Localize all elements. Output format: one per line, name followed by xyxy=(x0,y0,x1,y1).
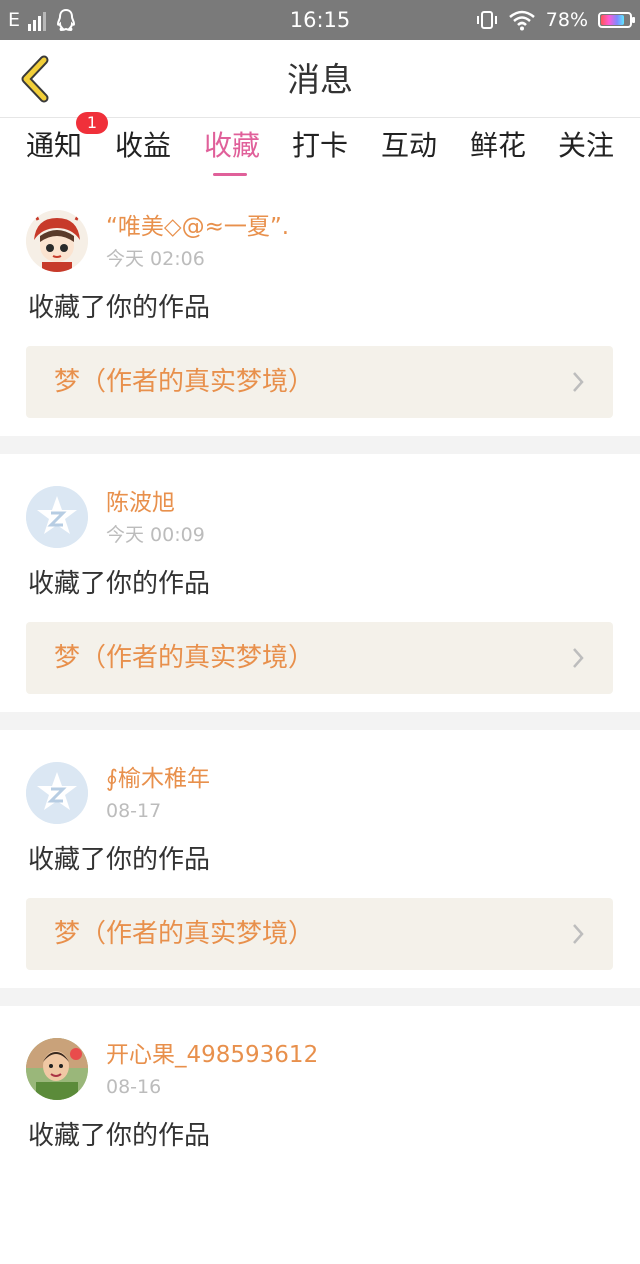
avatar[interactable] xyxy=(26,486,88,548)
battery-icon xyxy=(598,12,635,28)
active-tab-indicator xyxy=(213,173,247,176)
timestamp: 08-17 xyxy=(106,800,162,822)
divider xyxy=(0,436,640,454)
divider xyxy=(0,988,640,1006)
action-text: 收藏了你的作品 xyxy=(28,1121,211,1151)
chevron-right-icon xyxy=(573,372,584,392)
chevron-right-icon xyxy=(573,924,584,944)
message-item: 开心果_498593612 08-16 收藏了你的作品 xyxy=(0,1006,640,1264)
message-list: “唯美◇@≈一夏”. 今天 02:06 收藏了你的作品 梦（作者的真实梦境） 陈… xyxy=(0,178,640,1264)
status-bar: E 16:15 78% xyxy=(0,0,640,40)
tab-favorites[interactable]: 收藏 xyxy=(204,128,260,164)
avatar[interactable] xyxy=(26,762,88,824)
action-text: 收藏了你的作品 xyxy=(28,569,211,599)
username[interactable]: 陈波旭 xyxy=(106,488,175,518)
username[interactable]: 开心果_498593612 xyxy=(106,1040,318,1070)
tab-interactions[interactable]: 互动 xyxy=(381,128,437,164)
timestamp: 08-16 xyxy=(106,1076,162,1098)
default-avatar-icon xyxy=(26,486,88,548)
timestamp: 今天 00:09 xyxy=(106,524,205,546)
status-right: 78% xyxy=(476,7,635,33)
notification-badge: 1 xyxy=(76,112,108,134)
tab-following[interactable]: 关注 xyxy=(558,128,614,164)
tab-flowers[interactable]: 鲜花 xyxy=(470,128,526,164)
work-title: 梦（作者的真实梦境） xyxy=(54,643,315,673)
default-avatar-icon xyxy=(26,762,88,824)
username[interactable]: “唯美◇@≈一夏”. xyxy=(106,212,289,242)
work-title: 梦（作者的真实梦境） xyxy=(54,367,315,397)
wifi-icon xyxy=(508,10,535,31)
vibrate-icon xyxy=(476,11,497,29)
battery-fill xyxy=(601,15,625,25)
battery-percent: 78% xyxy=(545,9,588,31)
cartoon-avatar-icon xyxy=(26,210,88,272)
username[interactable]: ∮榆木稚年 xyxy=(106,764,210,794)
nav-bar: 消息 xyxy=(0,40,640,118)
work-link[interactable]: 梦（作者的真实梦境） xyxy=(26,622,613,694)
divider xyxy=(0,712,640,730)
message-item: “唯美◇@≈一夏”. 今天 02:06 收藏了你的作品 梦（作者的真实梦境） xyxy=(0,178,640,436)
message-item: ∮榆木稚年 08-17 收藏了你的作品 梦（作者的真实梦境） xyxy=(0,730,640,988)
photo-avatar-icon xyxy=(26,1038,88,1100)
work-link[interactable]: 梦（作者的真实梦境） xyxy=(26,346,613,418)
tab-earnings[interactable]: 收益 xyxy=(115,128,171,164)
avatar[interactable] xyxy=(26,1038,88,1100)
timestamp: 今天 02:06 xyxy=(106,248,205,270)
chevron-right-icon xyxy=(573,648,584,668)
work-link[interactable]: 梦（作者的真实梦境） xyxy=(26,898,613,970)
tab-notifications[interactable]: 通知 xyxy=(26,128,82,164)
message-item: 陈波旭 今天 00:09 收藏了你的作品 梦（作者的真实梦境） xyxy=(0,454,640,712)
avatar[interactable] xyxy=(26,210,88,272)
action-text: 收藏了你的作品 xyxy=(28,293,211,323)
tab-checkin[interactable]: 打卡 xyxy=(292,128,348,164)
action-text: 收藏了你的作品 xyxy=(28,845,211,875)
page-title: 消息 xyxy=(287,60,353,99)
work-title: 梦（作者的真实梦境） xyxy=(54,919,315,949)
